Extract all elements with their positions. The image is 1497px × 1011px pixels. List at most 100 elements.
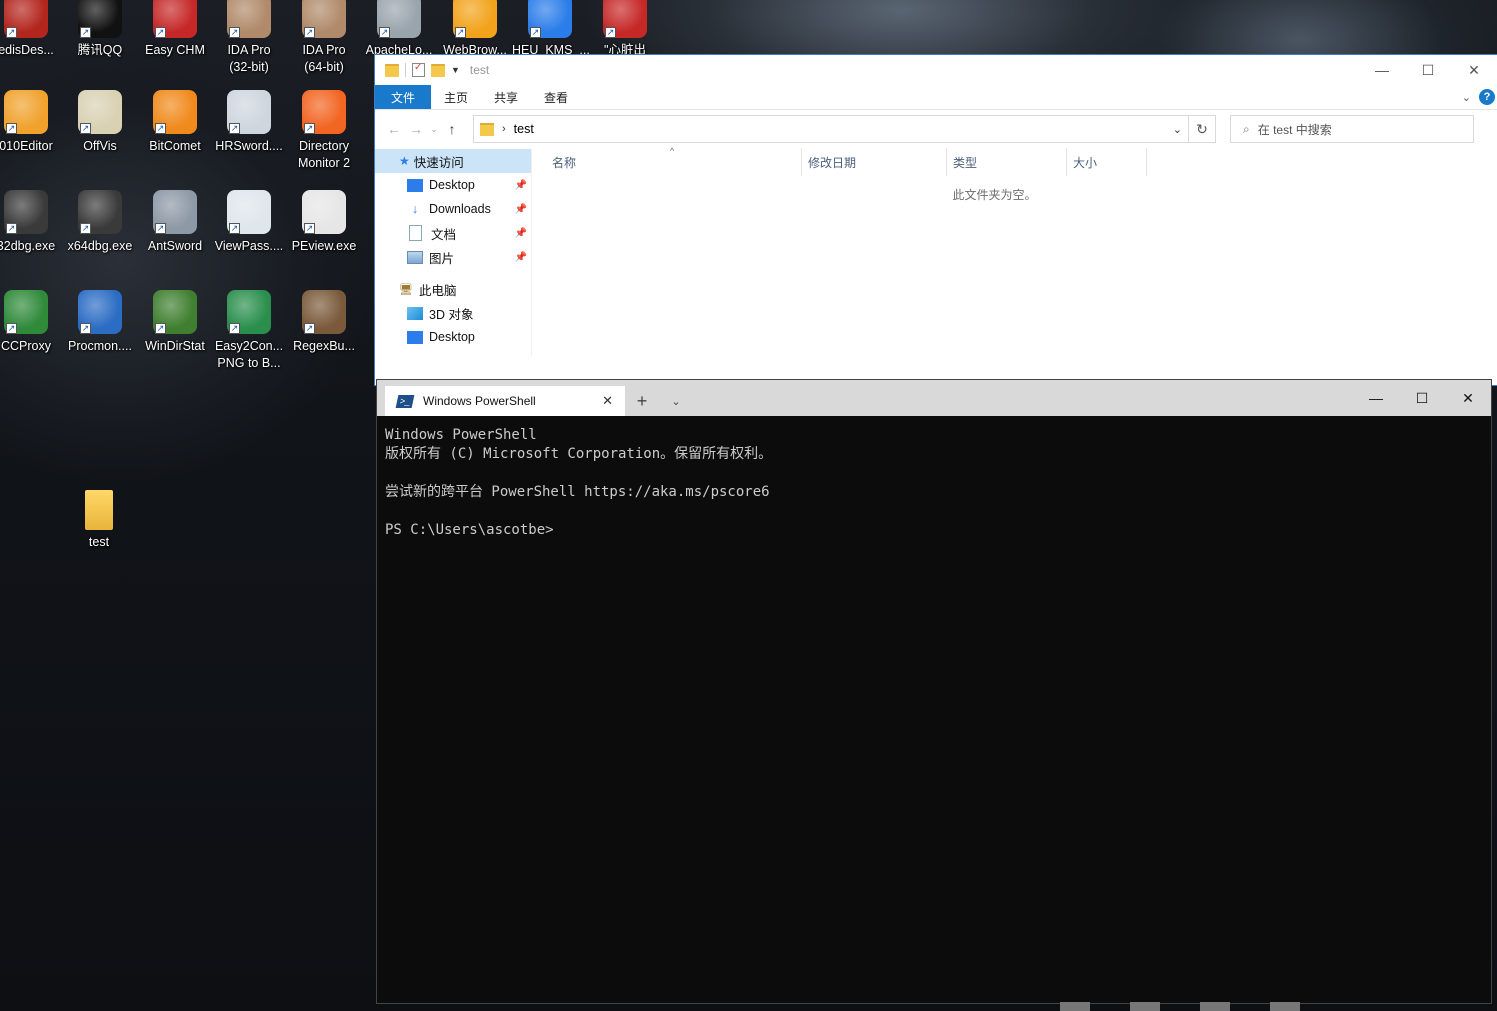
- desktop-icon-hrsword[interactable]: ↗ HRSword....: [211, 90, 287, 155]
- terminal-line: Windows PowerShell: [385, 427, 537, 443]
- desktop-icon-procmon[interactable]: ↗ Procmon....: [62, 290, 138, 355]
- column-header-size[interactable]: 大小: [1067, 148, 1147, 176]
- nav-item-label: 图片: [429, 251, 455, 266]
- address-bar[interactable]: › test ⌄: [473, 115, 1189, 143]
- explorer-title: test: [469, 63, 490, 77]
- customize-dropdown-icon[interactable]: ▼: [451, 65, 460, 75]
- tab-dropdown-icon[interactable]: ⌄: [659, 386, 693, 416]
- address-dropdown-icon[interactable]: ⌄: [1173, 123, 1182, 136]
- address-path[interactable]: test: [514, 122, 534, 136]
- nav-item-this-pc[interactable]: 🖥 此电脑: [375, 277, 531, 301]
- tab-view[interactable]: 查看: [531, 85, 581, 109]
- desktop-icon-x64dbg[interactable]: ↗ x64dbg.exe: [62, 190, 138, 255]
- taskbar-item[interactable]: [1270, 1002, 1300, 1011]
- desktop-icon-antsword[interactable]: ↗ AntSword: [137, 190, 213, 255]
- nav-item-downloads[interactable]: ↓ Downloads 📌: [375, 197, 531, 221]
- nav-item-3d-objects[interactable]: 3D 对象: [375, 301, 531, 325]
- desktop-icon-windirstat[interactable]: ↗ WinDirStat: [137, 290, 213, 355]
- desktop-icon-easy2convert[interactable]: ↗ Easy2Con... PNG to B...: [211, 290, 287, 372]
- properties-icon[interactable]: [412, 62, 425, 77]
- 010editor-icon: ↗: [4, 90, 48, 134]
- desktop-icon-easychm[interactable]: ↗ Easy CHM: [137, 0, 213, 59]
- desktop-icon-ccproxy[interactable]: ↗ CCProxy: [0, 290, 64, 355]
- nav-item-label: Desktop: [429, 330, 475, 344]
- desktop-icon-ida32[interactable]: ↗ IDA Pro (32-bit): [211, 0, 287, 76]
- nav-item-quick-access[interactable]: ★ 快速访问: [375, 149, 531, 173]
- desktop-icon-010editor[interactable]: ↗ 010Editor: [0, 90, 64, 155]
- close-button[interactable]: ✕: [1445, 380, 1491, 416]
- desktop-icon-apachelog[interactable]: ↗ ApacheLo...: [361, 0, 437, 59]
- nav-item-label: Desktop: [429, 178, 475, 192]
- pin-icon[interactable]: 📌: [515, 180, 527, 191]
- antsword-icon: ↗: [153, 190, 197, 234]
- desktop-icon-heukms[interactable]: ↗ HEU_KMS_...: [512, 0, 590, 59]
- pin-icon[interactable]: 📌: [515, 228, 527, 239]
- shortcut-arrow-icon: ↗: [6, 27, 17, 38]
- desktop-icon-peview[interactable]: ↗ PEview.exe: [286, 190, 362, 255]
- maximize-button[interactable]: ☐: [1399, 380, 1445, 416]
- tab-home[interactable]: 主页: [431, 85, 481, 109]
- terminal-output[interactable]: Windows PowerShell 版权所有 (C) Microsoft Cor…: [377, 416, 1491, 550]
- peview-icon: ↗: [302, 190, 346, 234]
- column-header-name[interactable]: 名称 ^: [532, 146, 802, 176]
- desktop-icon-viewpass[interactable]: ↗ ViewPass....: [211, 190, 287, 255]
- powershell-window: >_ Windows PowerShell ✕ + ⌄ — ☐ ✕ Window…: [376, 379, 1492, 1004]
- navigation-pane: ★ 快速访问 Desktop 📌 ↓ Downloads 📌 文档 📌 图片 📌…: [375, 148, 532, 356]
- apachelog-icon: ↗: [377, 0, 421, 38]
- desktop-icon-ida64[interactable]: ↗ IDA Pro (64-bit): [286, 0, 362, 76]
- column-header-type[interactable]: 类型: [947, 148, 1067, 176]
- tab-share[interactable]: 共享: [481, 85, 531, 109]
- back-icon[interactable]: ←: [383, 121, 405, 137]
- tab-file[interactable]: 文件: [375, 85, 432, 109]
- desktop-icon-offvis[interactable]: ↗ OffVis: [62, 90, 138, 155]
- pin-icon[interactable]: 📌: [515, 252, 527, 263]
- desktop-icon-regexbuddy[interactable]: ↗ RegexBu...: [286, 290, 362, 355]
- terminal-line: 版权所有 (C) Microsoft Corporation。保留所有权利。: [385, 446, 773, 462]
- nav-item-desktop-pc[interactable]: Desktop: [375, 325, 531, 349]
- desktop-icon: [407, 330, 423, 344]
- regexbuddy-icon: ↗: [302, 290, 346, 334]
- minimize-button[interactable]: —: [1353, 380, 1399, 416]
- taskbar-item[interactable]: [1060, 1002, 1090, 1011]
- desktop-icon-x32dbg[interactable]: ↗ 32dbg.exe: [0, 190, 64, 255]
- close-tab-icon[interactable]: ✕: [602, 393, 613, 409]
- refresh-button[interactable]: ↻: [1189, 115, 1216, 143]
- file-explorer-window: ▼ test — ☐ ✕ 文件 主页 共享 查看 ⌄ ? ← → ⌄ ↑ › t…: [375, 55, 1497, 385]
- desktop-icon-label: Procmon....: [68, 339, 132, 353]
- taskbar-item[interactable]: [1200, 1002, 1230, 1011]
- taskbar-item[interactable]: [1130, 1002, 1160, 1011]
- new-folder-icon[interactable]: [431, 63, 445, 77]
- desktop-icon-webbrowser[interactable]: ↗ WebBrow...: [437, 0, 513, 59]
- desktop-icon-directorymonitor[interactable]: ↗ Directory Monitor 2: [286, 90, 362, 172]
- close-button[interactable]: ✕: [1451, 55, 1497, 85]
- nav-item-documents[interactable]: 文档 📌: [375, 221, 531, 245]
- up-icon[interactable]: ↑: [441, 121, 463, 137]
- minimize-button[interactable]: —: [1359, 55, 1405, 85]
- desktop-icon-test-folder[interactable]: test: [61, 490, 137, 551]
- computer-icon: 🖥: [399, 283, 413, 296]
- nav-item-pictures[interactable]: 图片 📌: [375, 245, 531, 269]
- expand-ribbon-icon[interactable]: ⌄: [1462, 91, 1471, 104]
- recent-locations-icon[interactable]: ⌄: [427, 124, 441, 135]
- new-tab-button[interactable]: +: [625, 386, 659, 416]
- column-header-modified[interactable]: 修改日期: [802, 148, 947, 176]
- desktop-icon-qq[interactable]: ↗ 腾讯QQ: [62, 0, 138, 59]
- nav-item-label: 快速访问: [413, 155, 464, 170]
- desktop-icon-label: Directory Monitor 2: [297, 139, 351, 170]
- desktop-icon-bitcomet[interactable]: ↗ BitComet: [137, 90, 213, 155]
- nav-item-desktop[interactable]: Desktop 📌: [375, 173, 531, 197]
- nav-item-label: 此电脑: [418, 283, 457, 298]
- search-input[interactable]: ⌕ 在 test 中搜索: [1230, 115, 1474, 143]
- forward-icon[interactable]: →: [405, 121, 427, 137]
- chevron-right-icon[interactable]: ›: [502, 123, 506, 135]
- terminal-prompt: PS C:\Users\ascotbe>: [385, 522, 554, 538]
- terminal-tab[interactable]: >_ Windows PowerShell ✕: [385, 386, 625, 416]
- folder-icon: [385, 63, 399, 77]
- maximize-button[interactable]: ☐: [1405, 55, 1451, 85]
- folder-icon: [480, 122, 494, 136]
- desktop-icon-redisdesktop[interactable]: ↗ edisDes...: [0, 0, 64, 59]
- address-bar-row: ← → ⌄ ↑ › test ⌄ ↻ ⌕ 在 test 中搜索: [375, 110, 1497, 148]
- shortcut-arrow-icon: ↗: [6, 323, 17, 334]
- help-icon[interactable]: ?: [1479, 89, 1495, 105]
- pin-icon[interactable]: 📌: [515, 204, 527, 215]
